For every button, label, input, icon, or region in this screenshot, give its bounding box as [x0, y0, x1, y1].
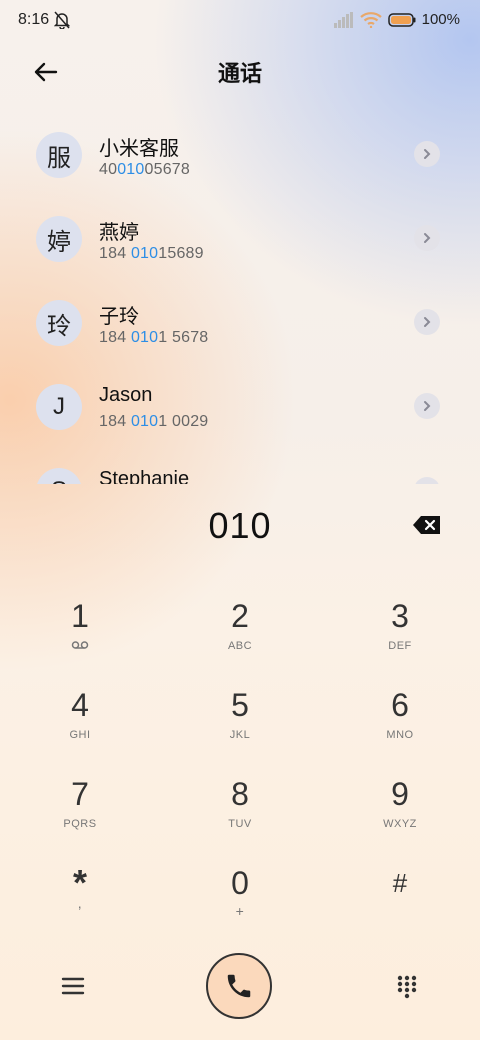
avatar: 服: [36, 132, 82, 178]
call-button[interactable]: [206, 953, 272, 1019]
list-item[interactable]: J Jason 184 0101 0029: [0, 364, 480, 448]
key-3[interactable]: 3 DEF: [340, 596, 460, 676]
key-8[interactable]: 8 TUV: [180, 774, 300, 854]
chevron-right-icon[interactable]: [414, 393, 440, 419]
contact-name: Stephanie: [99, 468, 190, 484]
avatar: J: [36, 384, 82, 430]
backspace-icon[interactable]: [412, 514, 442, 536]
list-item[interactable]: S Stephanie: [0, 448, 480, 484]
signal-icon: [333, 11, 353, 28]
contact-number: 184 0101 0029: [99, 413, 209, 430]
key-1[interactable]: 1: [20, 596, 140, 676]
key-9[interactable]: 9 WXYZ: [340, 774, 460, 854]
contact-suggestion-list: 服 小米客服 4001005678 婷 燕婷 184 01015689 玲 子玲…: [0, 112, 480, 484]
key-4[interactable]: 4 GHI: [20, 685, 140, 765]
contact-name: 子玲: [99, 306, 139, 328]
page-title: 通话: [217, 61, 262, 86]
dialed-number-display: 010: [208, 505, 272, 546]
contact-name: 燕婷: [99, 222, 139, 244]
key-5[interactable]: 5 JKL: [180, 685, 300, 765]
avatar: S: [36, 468, 82, 484]
key-7[interactable]: 7 PQRS: [20, 774, 140, 854]
voicemail-icon: [20, 640, 140, 654]
menu-icon[interactable]: [60, 975, 86, 997]
wifi-icon: [359, 11, 382, 28]
list-item[interactable]: 婷 燕婷 184 01015689: [0, 196, 480, 280]
avatar: 玲: [36, 300, 82, 346]
contact-number: 184 0101 5678: [99, 329, 209, 346]
contact-name: Jason: [99, 384, 153, 406]
phone-icon: [227, 974, 251, 998]
key-2[interactable]: 2 ABC: [180, 596, 300, 676]
status-time: 8:16: [18, 11, 50, 28]
list-item[interactable]: 服 小米客服 4001005678: [0, 112, 480, 196]
status-bar: 8:16 100%: [0, 0, 480, 40]
chevron-right-icon[interactable]: [414, 225, 440, 251]
chevron-right-icon[interactable]: [414, 477, 440, 484]
contact-name: 小米客服: [99, 138, 179, 160]
bottom-action-bar: [0, 950, 480, 1020]
chevron-right-icon[interactable]: [414, 309, 440, 335]
key-star[interactable]: * ,: [20, 863, 140, 943]
contact-number: 184 01015689: [99, 245, 204, 262]
key-hash[interactable]: #: [340, 863, 460, 943]
key-6[interactable]: 6 MNO: [340, 685, 460, 765]
contact-number: 4001005678: [99, 161, 190, 178]
bell-muted-icon: [54, 11, 70, 29]
avatar: 婷: [36, 216, 82, 262]
battery-level: 100%: [421, 11, 460, 28]
chevron-right-icon[interactable]: [414, 141, 440, 167]
key-0[interactable]: 0 +: [180, 863, 300, 943]
dialpad-icon[interactable]: [396, 975, 418, 999]
battery-icon: [387, 12, 416, 27]
header: 通话: [0, 52, 480, 92]
list-item[interactable]: 玲 子玲 184 0101 5678: [0, 280, 480, 364]
